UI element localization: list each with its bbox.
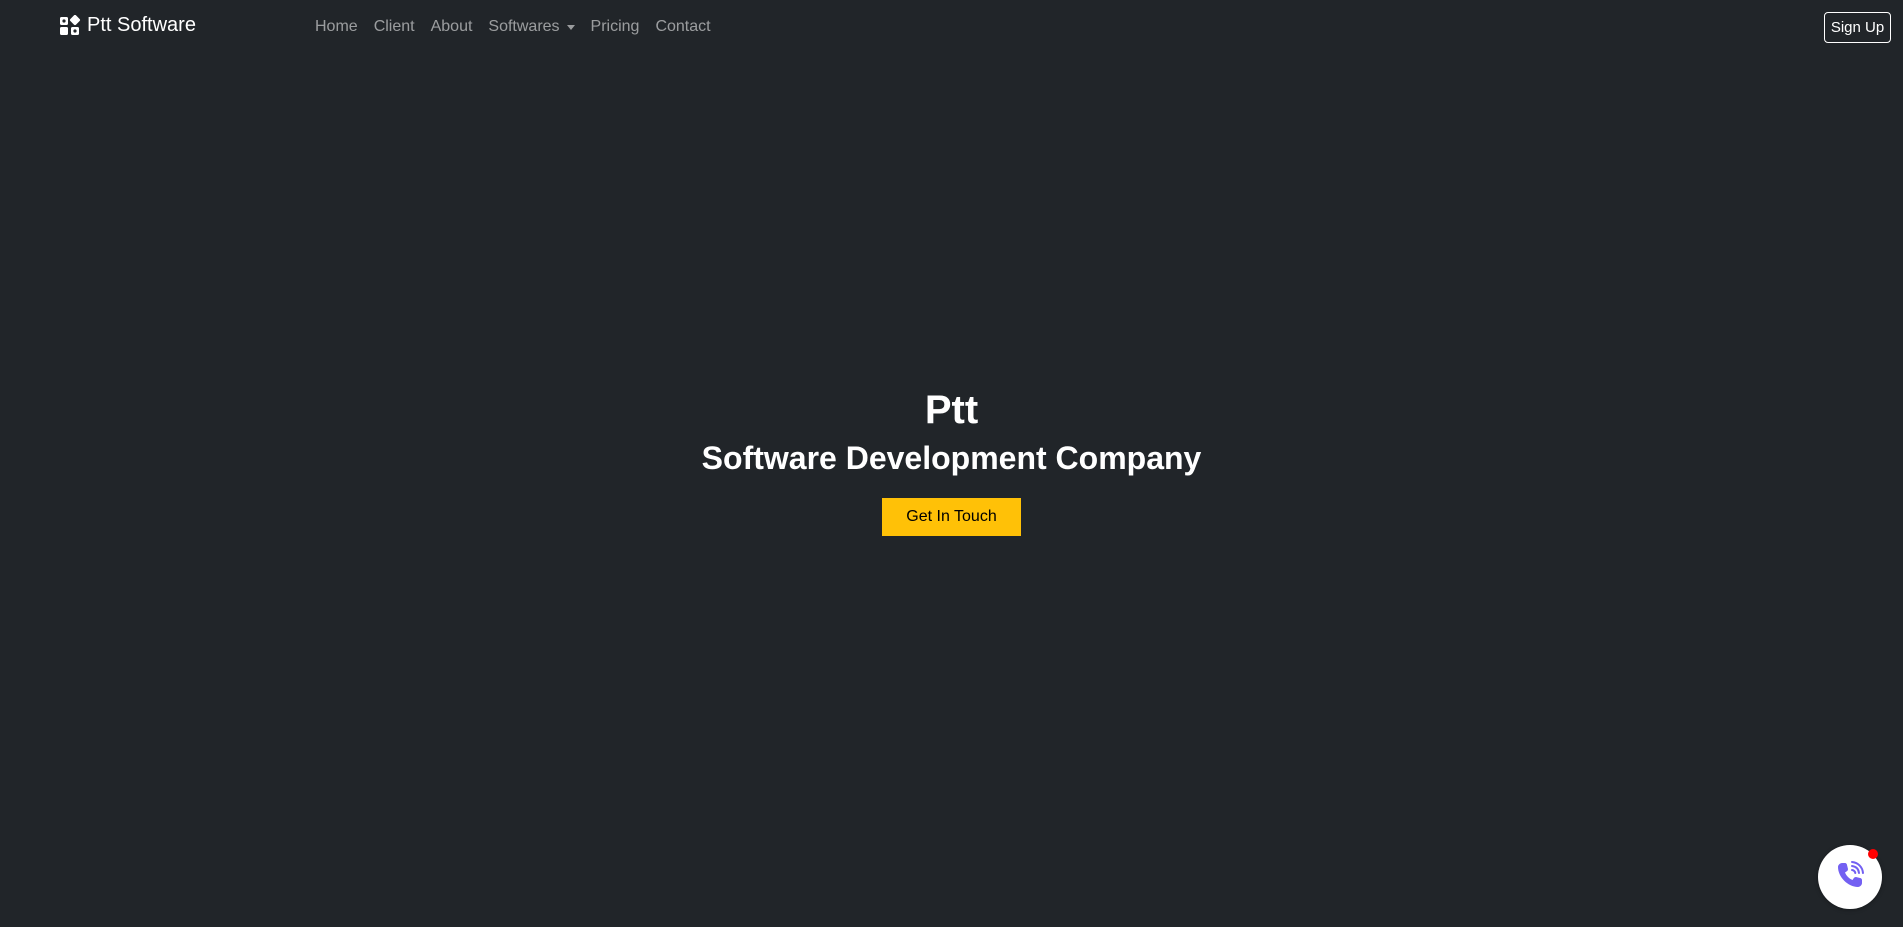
nav-dropdown-label: Softwares [488,18,560,35]
brand-link[interactable]: Ptt Software [59,14,196,37]
signup-button[interactable]: Sign Up [1824,12,1891,43]
hero-title: Ptt [924,388,979,432]
navbar: Ptt Software Home Client About Softwares… [0,0,1903,55]
hero-subtitle: Software Development Company [701,440,1202,476]
nav-link-home[interactable]: Home [307,16,366,38]
nav-link-about[interactable]: About [423,16,481,38]
nav-link-pricing[interactable]: Pricing [583,16,648,38]
nav-link-contact[interactable]: Contact [647,16,718,38]
hero-section: Ptt Software Development Company Get In … [0,385,1903,536]
notification-dot [1868,849,1878,859]
nav-link-client[interactable]: Client [366,16,423,38]
brand-name: Ptt Software [87,14,196,36]
puzzle-logo-icon [59,14,81,37]
caret-down-icon [566,24,575,30]
nav-dropdown-softwares[interactable]: Softwares [480,16,582,38]
viber-chat-button[interactable] [1818,845,1882,909]
get-in-touch-button[interactable]: Get In Touch [882,498,1021,536]
nav-menu: Home Client About Softwares Pricing Cont… [307,16,719,38]
viber-phone-icon [1832,857,1868,898]
